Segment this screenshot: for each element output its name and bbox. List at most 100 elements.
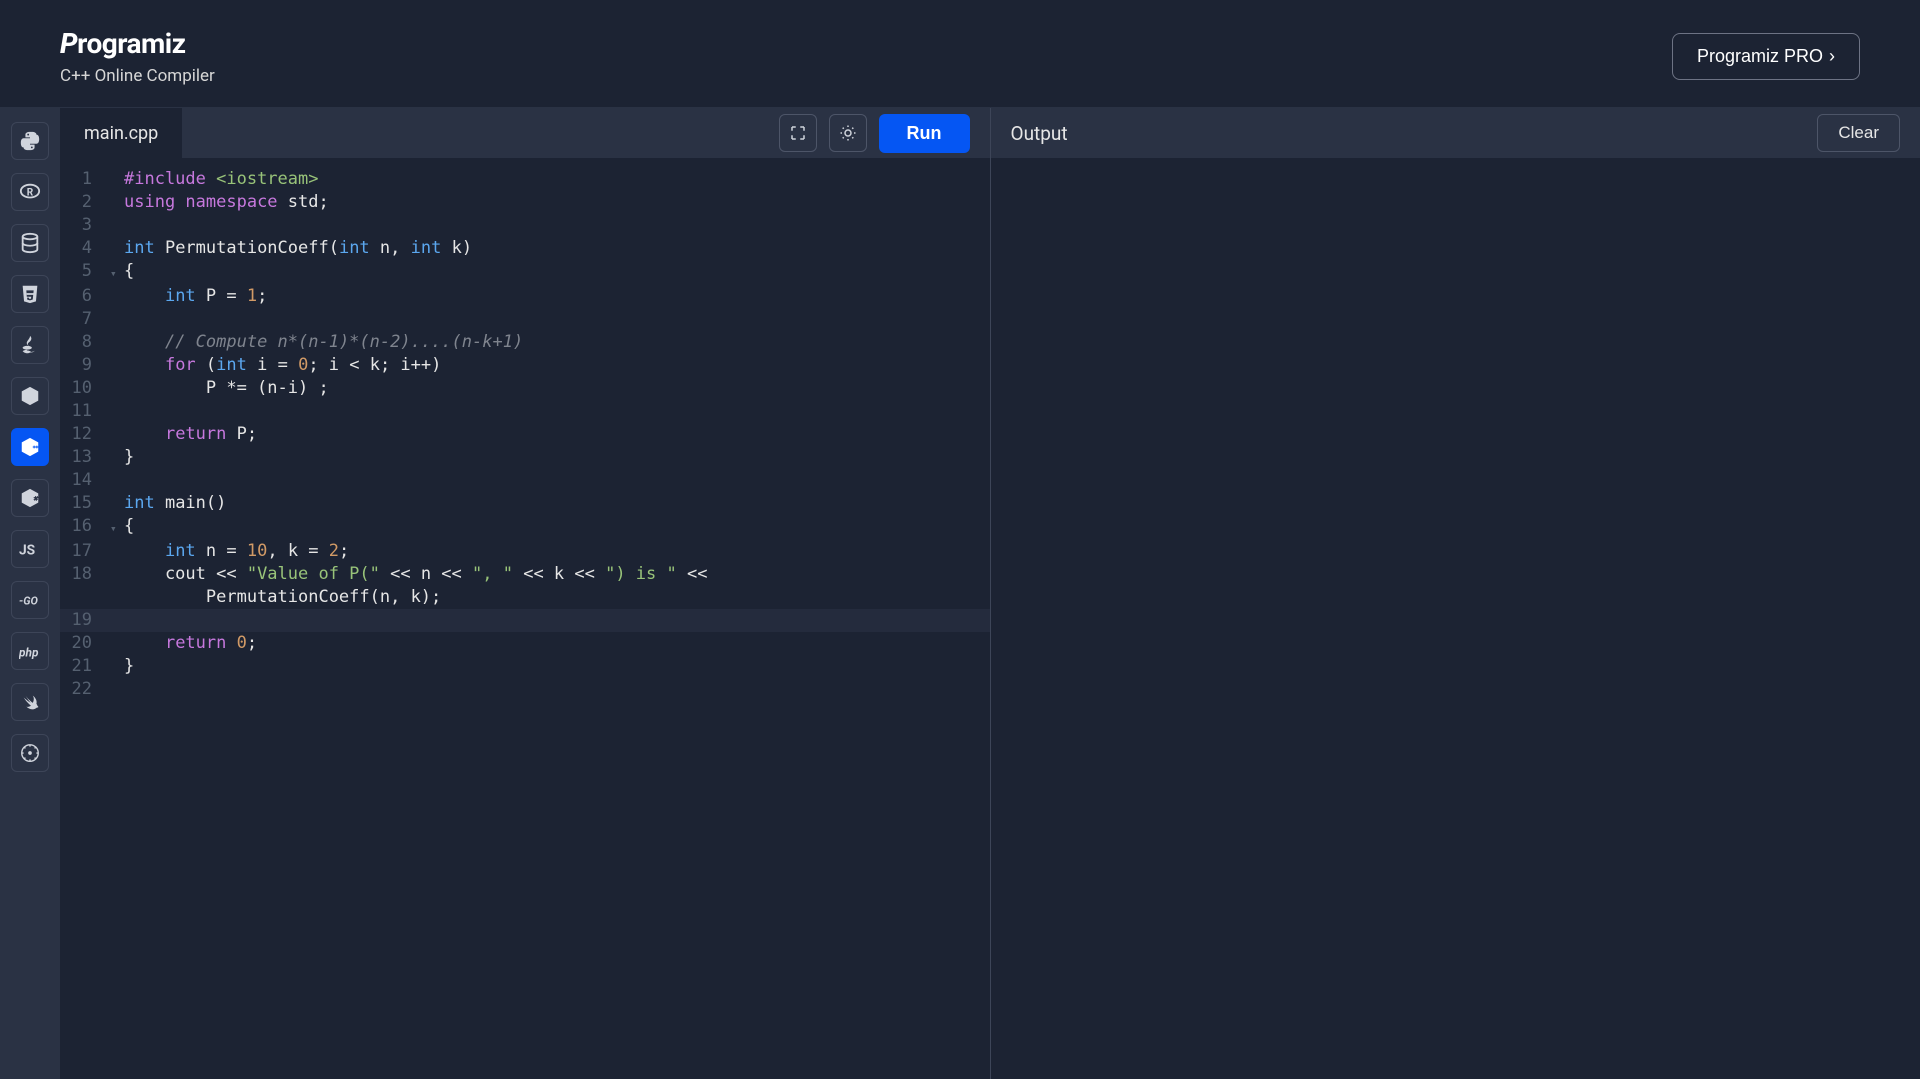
fold-marker xyxy=(110,586,124,609)
programiz-pro-button[interactable]: Programiz PRO › xyxy=(1672,33,1860,80)
code-text xyxy=(124,308,990,331)
line-number: 9 xyxy=(60,354,110,377)
main-content: R JS -GO php main.cpp Run 1 #include <iostre… xyxy=(0,108,1920,1079)
code-line[interactable]: 2using namespace std; xyxy=(60,191,990,214)
fold-marker[interactable]: ▾ xyxy=(110,260,124,285)
code-text: } xyxy=(124,655,990,678)
lang-r-icon[interactable]: R xyxy=(11,173,49,211)
code-line[interactable]: 22 xyxy=(60,678,990,701)
lang-c-icon[interactable] xyxy=(11,377,49,415)
logo: PProgramizrogramiz xyxy=(60,27,215,60)
code-text: return P; xyxy=(124,423,990,446)
line-number: 15 xyxy=(60,492,110,515)
code-text: P *= (n-i) ; xyxy=(124,377,990,400)
fold-marker xyxy=(110,285,124,308)
code-line[interactable]: 18 cout << "Value of P(" << n << ", " <<… xyxy=(60,563,990,586)
code-text xyxy=(124,400,990,423)
code-line[interactable]: 10 P *= (n-i) ; xyxy=(60,377,990,400)
fold-marker xyxy=(110,191,124,214)
language-sidebar: R JS -GO php xyxy=(0,108,60,1079)
line-number: 14 xyxy=(60,469,110,492)
line-number: 13 xyxy=(60,446,110,469)
run-button[interactable]: Run xyxy=(879,114,970,153)
lang-go-icon[interactable]: -GO xyxy=(11,581,49,619)
fold-marker xyxy=(110,655,124,678)
code-line[interactable]: 13} xyxy=(60,446,990,469)
code-line[interactable]: 1 #include <iostream> xyxy=(60,168,990,191)
sun-icon xyxy=(839,124,857,142)
output-header: Output Clear xyxy=(991,108,1920,158)
code-text: #include <iostream> xyxy=(124,168,990,191)
lang-swift-icon[interactable] xyxy=(11,683,49,721)
lang-php-icon[interactable]: php xyxy=(11,632,49,670)
code-line[interactable]: 12 return P; xyxy=(60,423,990,446)
fold-marker[interactable]: ▾ xyxy=(110,515,124,540)
clear-button[interactable]: Clear xyxy=(1817,114,1900,152)
code-line[interactable]: 11 xyxy=(60,400,990,423)
fold-marker xyxy=(110,214,124,237)
code-editor[interactable]: 1 #include <iostream>2using namespace std… xyxy=(60,158,990,1079)
fold-marker xyxy=(110,563,124,586)
editor-panel: main.cpp Run 1 #include <iostream>2using … xyxy=(60,108,991,1079)
lang-html-icon[interactable] xyxy=(11,275,49,313)
page-subtitle: C++ Online Compiler xyxy=(60,66,215,86)
theme-toggle-button[interactable] xyxy=(829,114,867,152)
fold-marker xyxy=(110,446,124,469)
lang-javascript-icon[interactable]: JS xyxy=(11,530,49,568)
code-text xyxy=(124,214,990,237)
fold-marker xyxy=(110,168,124,191)
code-line[interactable]: 17 int n = 10, k = 2; xyxy=(60,540,990,563)
file-tab[interactable]: main.cpp xyxy=(60,108,182,158)
code-line[interactable]: 6 int P = 1; xyxy=(60,285,990,308)
code-text: cout << "Value of P(" << n << ", " << k … xyxy=(124,563,990,586)
code-line[interactable]: 8 // Compute n*(n-1)*(n-2)....(n-k+1) xyxy=(60,331,990,354)
code-line[interactable]: 5▾{ xyxy=(60,260,990,285)
fullscreen-button[interactable] xyxy=(779,114,817,152)
code-line[interactable]: 3 xyxy=(60,214,990,237)
app-header: PProgramizrogramiz C++ Online Compiler P… xyxy=(0,0,1920,108)
code-text: int PermutationCoeff(int n, int k) xyxy=(124,237,990,260)
logo-section: PProgramizrogramiz C++ Online Compiler xyxy=(60,27,215,86)
code-text xyxy=(124,609,990,632)
line-number: 22 xyxy=(60,678,110,701)
editor-header: main.cpp Run xyxy=(60,108,990,158)
code-text: PermutationCoeff(n, k); xyxy=(124,586,990,609)
line-number: 7 xyxy=(60,308,110,331)
code-text: return 0; xyxy=(124,632,990,655)
line-number: 11 xyxy=(60,400,110,423)
code-line[interactable]: 15 int main() xyxy=(60,492,990,515)
editor-controls: Run xyxy=(779,114,970,153)
output-area xyxy=(991,158,1920,1079)
line-number: 17 xyxy=(60,540,110,563)
line-number: 10 xyxy=(60,377,110,400)
fold-marker xyxy=(110,354,124,377)
lang-sql-icon[interactable] xyxy=(11,224,49,262)
lang-cpp-icon[interactable] xyxy=(11,428,49,466)
lang-rust-icon[interactable] xyxy=(11,734,49,772)
code-line[interactable]: 4 int PermutationCoeff(int n, int k) xyxy=(60,237,990,260)
code-line[interactable]: 9 for (int i = 0; i < k; i++) xyxy=(60,354,990,377)
svg-text:R: R xyxy=(27,188,34,199)
code-line[interactable]: 7 xyxy=(60,308,990,331)
line-number: 4 xyxy=(60,237,110,260)
code-text: { xyxy=(124,260,990,285)
lang-java-icon[interactable] xyxy=(11,326,49,364)
code-line[interactable]: 19 xyxy=(60,609,990,632)
fold-marker xyxy=(110,237,124,260)
code-text: int main() xyxy=(124,492,990,515)
line-number: 19 xyxy=(60,609,110,632)
line-number: 8 xyxy=(60,331,110,354)
svg-text:JS: JS xyxy=(19,543,35,559)
code-line[interactable]: 14 xyxy=(60,469,990,492)
code-line[interactable]: 21} xyxy=(60,655,990,678)
code-text: // Compute n*(n-1)*(n-2)....(n-k+1) xyxy=(124,331,990,354)
line-number: 1 xyxy=(60,168,110,191)
lang-python-icon[interactable] xyxy=(11,122,49,160)
output-label: Output xyxy=(1011,122,1068,145)
lang-csharp-icon[interactable] xyxy=(11,479,49,517)
code-line[interactable]: 16▾{ xyxy=(60,515,990,540)
code-text: int n = 10, k = 2; xyxy=(124,540,990,563)
svg-text:php: php xyxy=(19,646,39,660)
code-line[interactable]: 20 return 0; xyxy=(60,632,990,655)
code-line[interactable]: PermutationCoeff(n, k); xyxy=(60,586,990,609)
